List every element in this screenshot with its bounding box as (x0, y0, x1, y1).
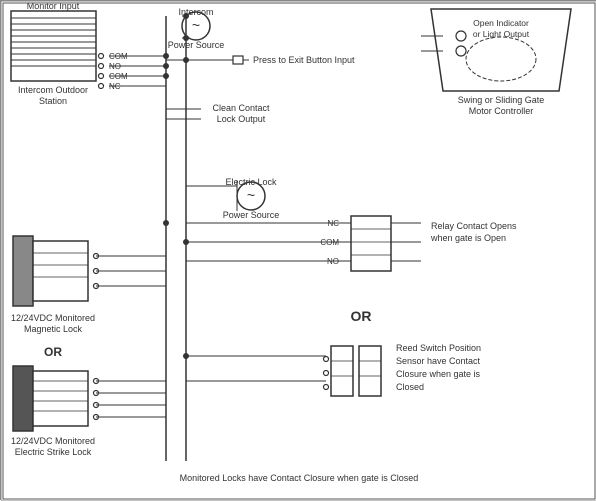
svg-text:Electric Strike Lock: Electric Strike Lock (15, 447, 92, 457)
svg-text:Motor Controller: Motor Controller (469, 106, 534, 116)
svg-text:Lock Output: Lock Output (217, 114, 266, 124)
svg-text:when gate is Open: when gate is Open (430, 233, 506, 243)
svg-text:Sensor have Contact: Sensor have Contact (396, 356, 481, 366)
svg-text:12/24VDC Monitored: 12/24VDC Monitored (11, 313, 95, 323)
svg-text:Magnetic Lock: Magnetic Lock (24, 324, 83, 334)
diagram-container: Monitor Input COM NO COM NC Intercom Out… (0, 0, 596, 500)
svg-text:Relay Contact Opens: Relay Contact Opens (431, 221, 517, 231)
svg-text:Power Source: Power Source (168, 40, 225, 50)
svg-text:Clean Contact: Clean Contact (212, 103, 270, 113)
svg-text:Reed Switch Position: Reed Switch Position (396, 343, 481, 353)
svg-text:12/24VDC Monitored: 12/24VDC Monitored (11, 436, 95, 446)
svg-text:~: ~ (192, 17, 200, 33)
svg-text:Power Source: Power Source (223, 210, 280, 220)
svg-text:or Light Output: or Light Output (473, 29, 530, 39)
svg-text:Closed: Closed (396, 382, 424, 392)
svg-text:OR: OR (44, 345, 62, 359)
svg-text:Swing or Sliding Gate: Swing or Sliding Gate (458, 95, 545, 105)
svg-text:OR: OR (351, 308, 372, 324)
svg-text:Monitored Locks have Contact C: Monitored Locks have Contact Closure whe… (180, 473, 419, 483)
svg-text:Station: Station (39, 96, 67, 106)
svg-text:Press to Exit Button Input: Press to Exit Button Input (253, 55, 355, 65)
svg-text:Open Indicator: Open Indicator (473, 18, 529, 28)
svg-text:~: ~ (247, 187, 255, 203)
svg-text:Closure when gate is: Closure when gate is (396, 369, 481, 379)
svg-text:Intercom Outdoor: Intercom Outdoor (18, 85, 88, 95)
